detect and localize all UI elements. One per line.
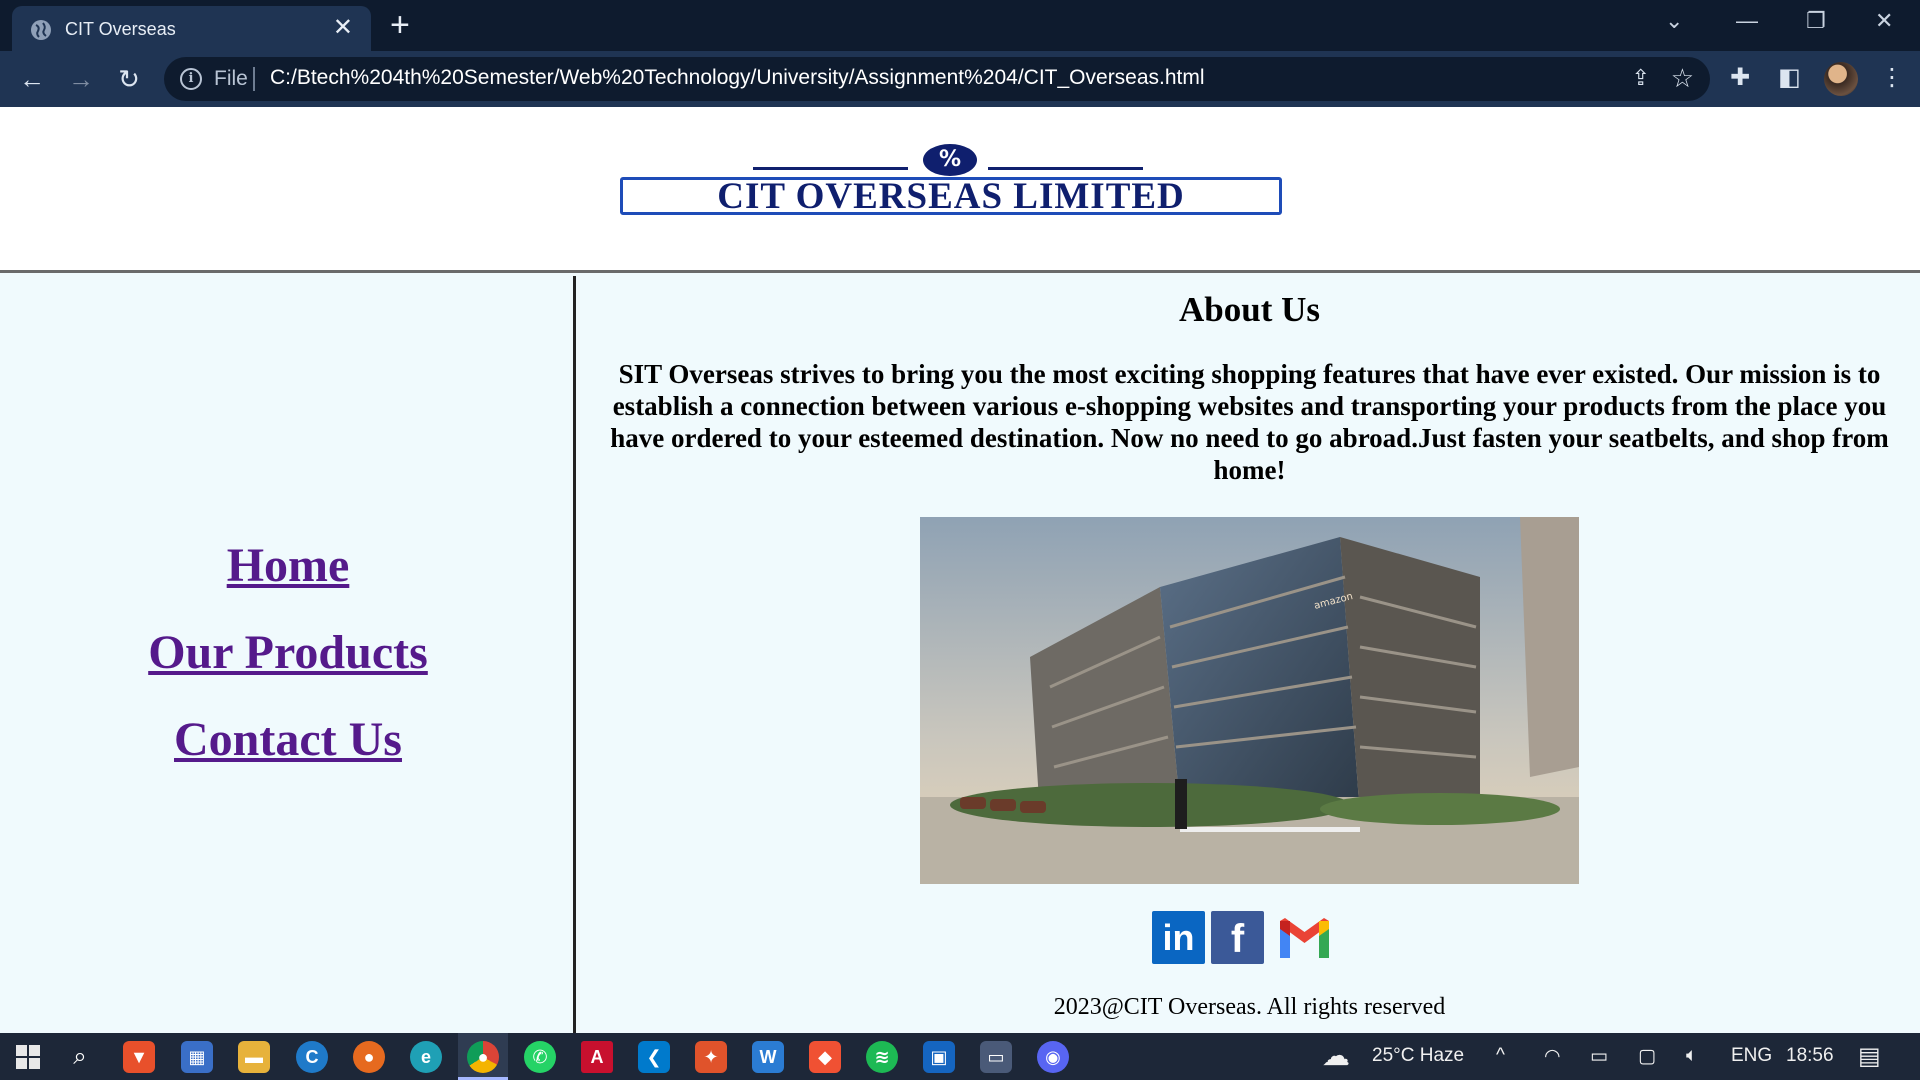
globe-icon (31, 20, 51, 40)
browser-toolbar: ← → ↻ i File C:/Btech%204th%20Semester/W… (0, 51, 1920, 107)
main-content: About Us SIT Overseas strives to bring y… (579, 276, 1920, 1033)
app-icon-blue[interactable]: ▣ (923, 1041, 955, 1073)
nav-link-our-products[interactable]: Our Products (0, 625, 576, 680)
logo-text: CIT OVERSEAS LIMITED (620, 177, 1282, 215)
tab-close-icon[interactable]: ✕ (333, 15, 353, 41)
divider (253, 67, 255, 91)
gmail-icon[interactable] (1278, 911, 1331, 964)
weather-cloud-icon[interactable]: ☁ (1322, 1039, 1350, 1072)
word-icon[interactable]: W (752, 1041, 784, 1073)
chrome-icon[interactable]: ● (467, 1041, 499, 1073)
share-icon[interactable]: ⇪ (1632, 65, 1650, 91)
chevron-up-icon[interactable]: ^ (1496, 1045, 1505, 1067)
search-icon[interactable]: ⌕ (64, 1041, 96, 1073)
tab-title: CIT Overseas (65, 19, 176, 39)
edge-icon[interactable]: e (410, 1041, 442, 1073)
acrobat-icon[interactable]: A (581, 1041, 613, 1073)
logo-emblem-icon: % (923, 144, 977, 176)
menu-kebab-icon[interactable]: ⋮ (1880, 63, 1904, 93)
discord-icon[interactable]: ◉ (1037, 1041, 1069, 1073)
sidebar-nav: Home Our Products Contact Us (0, 276, 576, 1033)
nav-link-home[interactable]: Home (0, 538, 576, 593)
microsoft-store-icon[interactable]: ▦ (181, 1041, 213, 1073)
app-icon-grey[interactable]: ▭ (980, 1041, 1012, 1073)
restore-button[interactable]: ❐ (1806, 4, 1826, 38)
site-header: % CIT OVERSEAS LIMITED (0, 107, 1920, 273)
address-bar[interactable]: i File C:/Btech%204th%20Semester/Web%20T… (164, 57, 1710, 101)
reload-button[interactable]: ↻ (111, 61, 147, 97)
linkedin-icon[interactable]: in (1152, 911, 1205, 964)
clock-time[interactable]: 18:56 (1786, 1045, 1834, 1067)
weather-text[interactable]: 25°C Haze (1372, 1045, 1464, 1067)
page-title: About Us (1178, 290, 1320, 329)
display-icon[interactable]: ▢ (1638, 1045, 1656, 1068)
side-panel-icon[interactable]: ◧ (1778, 63, 1801, 93)
logo-line-left (753, 167, 908, 170)
logo-line-right (988, 167, 1143, 170)
company-logo: % CIT OVERSEAS LIMITED (620, 137, 1284, 219)
file-explorer-icon[interactable]: ▬ (238, 1041, 270, 1073)
windows-taskbar: ⌕ ▼ ▦ ▬ C ● e ● ✆ A ❮ ✦ W ◆ ≋ ▣ ▭ ◉ ☁ 25… (0, 1033, 1920, 1080)
volume-icon[interactable]: 🔈︎ (1686, 1045, 1697, 1067)
battery-icon[interactable]: ▭ (1590, 1045, 1608, 1068)
back-button[interactable]: ← (14, 61, 50, 97)
tab-search-icon[interactable]: ⌄ (1665, 4, 1683, 38)
about-paragraph: SIT Overseas strives to bring you the mo… (610, 359, 1889, 485)
minimize-button[interactable]: — (1736, 4, 1758, 38)
bookmark-star-icon[interactable]: ☆ (1671, 63, 1694, 94)
facebook-icon[interactable]: f (1211, 911, 1264, 964)
office-building-photo: amazon (920, 517, 1579, 884)
browser-tab-strip: CIT Overseas ✕ + ⌄ — ❐ ✕ (0, 0, 1920, 51)
url-text[interactable]: C:/Btech%204th%20Semester/Web%20Technolo… (270, 66, 1205, 90)
new-tab-button[interactable]: + (390, 6, 410, 44)
language-indicator[interactable]: ENG (1731, 1045, 1772, 1067)
nav-link-contact-us[interactable]: Contact Us (0, 712, 576, 767)
notification-icon[interactable]: ▤ (1858, 1042, 1881, 1071)
whatsapp-icon[interactable]: ✆ (524, 1041, 556, 1073)
ccleaner-icon[interactable]: C (296, 1041, 328, 1073)
close-window-button[interactable]: ✕ (1875, 4, 1893, 38)
windows-start-icon[interactable] (12, 1041, 44, 1073)
forward-button[interactable]: → (63, 61, 99, 97)
git-icon[interactable]: ◆ (809, 1041, 841, 1073)
url-scheme-label: File (214, 67, 248, 90)
spotify-icon[interactable]: ≋ (866, 1041, 898, 1073)
vscode-icon[interactable]: ❮ (638, 1041, 670, 1073)
firefox-icon[interactable]: ● (353, 1041, 385, 1073)
info-icon[interactable]: i (180, 68, 202, 90)
wifi-icon[interactable]: ◠ (1544, 1045, 1561, 1068)
profile-avatar[interactable] (1824, 62, 1858, 96)
brave-browser-icon[interactable]: ▼ (123, 1041, 155, 1073)
browser-tab[interactable]: CIT Overseas ✕ (12, 6, 371, 51)
app-icon-red[interactable]: ✦ (695, 1041, 727, 1073)
extensions-puzzle-icon[interactable]: ✚ (1730, 63, 1750, 93)
copyright-footer: 2023@CIT Overseas. All rights reserved (1053, 994, 1446, 1020)
